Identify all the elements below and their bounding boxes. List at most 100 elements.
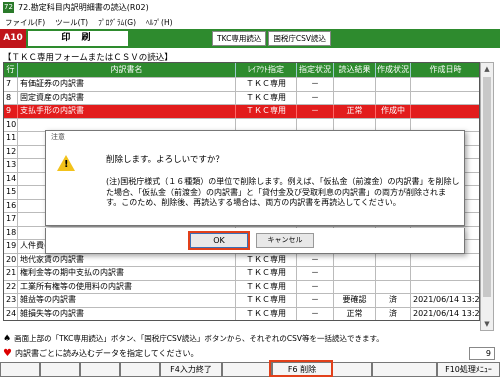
row-spec: －: [297, 78, 334, 91]
col-header-layout: ﾚｲｱｳﾄ指定: [236, 63, 297, 77]
fkey-blank-4[interactable]: [120, 362, 160, 377]
row-date: [411, 280, 481, 293]
row-name: 固定資産の内訳書: [18, 91, 236, 104]
toolbar: A10 印 刷 TKC専用読込 国税庁CSV読込: [0, 29, 500, 48]
dialog-note: (注)国税庁様式（１６種類）の単位で削除します。例えば、「仮払金（前渡金）の内訳…: [106, 177, 460, 207]
function-key-bar: F4入力終了 F6 削除 F10処理ﾒﾆｭｰ: [0, 362, 500, 377]
fkey-blank-6[interactable]: [332, 362, 372, 377]
row-number: 17: [4, 213, 18, 226]
row-name: 有価証券の内訳書: [18, 78, 236, 91]
table-row[interactable]: 22 工業所有権等の使用料の内訳書 ＴＫＣ専用－: [4, 279, 481, 293]
col-header-row: 行: [4, 63, 18, 77]
row-result: 要確認: [334, 294, 376, 307]
menu-help[interactable]: ﾍﾙﾌﾟ(H): [141, 17, 178, 28]
row-status: 済: [376, 307, 411, 320]
table-row[interactable]: 7 有価証券の内訳書 ＴＫＣ専用－: [4, 77, 481, 91]
row-result: 正常: [334, 105, 376, 118]
row-number: 13: [4, 159, 18, 172]
menu-file[interactable]: ファイル(F): [0, 17, 50, 28]
row-layout: ＴＫＣ専用: [236, 105, 297, 118]
tkc-read-button[interactable]: TKC専用読込: [212, 31, 267, 46]
bottom-note-text: 画面上部の「TKC専用読込」ボタン、「国税庁CSV読込」ボタンから、それぞれのC…: [14, 334, 384, 343]
row-layout: ＴＫＣ専用: [236, 253, 297, 266]
scroll-down-icon[interactable]: ▼: [481, 318, 493, 330]
hint-row: ♥ 内訳書ごとに読み込むデータを指定してください。 9: [3, 347, 497, 360]
row-number: 9: [4, 105, 18, 118]
row-date: [411, 105, 481, 118]
app-icon: 72: [3, 2, 14, 13]
row-spec: －: [297, 267, 334, 280]
row-status: 済: [376, 294, 411, 307]
col-header-result: 読込結果: [334, 63, 376, 77]
row-name: 地代家賃の内訳書: [18, 253, 236, 266]
print-button[interactable]: 印 刷: [28, 31, 128, 46]
row-name: 工業所有権等の使用料の内訳書: [18, 280, 236, 293]
row-number: 20: [4, 253, 18, 266]
table-row[interactable]: 8 固定資産の内訳書 ＴＫＣ専用－: [4, 90, 481, 104]
scroll-thumb[interactable]: [483, 77, 491, 297]
row-result: [334, 280, 376, 293]
f10-menu-button[interactable]: F10処理ﾒﾆｭｰ: [437, 362, 500, 377]
col-header-date: 作成日時: [411, 63, 481, 77]
row-spec: －: [297, 91, 334, 104]
table-row[interactable]: 20 地代家賃の内訳書 ＴＫＣ専用－: [4, 252, 481, 266]
row-status: 作成中: [376, 105, 411, 118]
row-number: 7: [4, 78, 18, 91]
table-row[interactable]: 23 雑益等の内訳書 ＴＫＣ専用－要確認済 2021/06/14 13:29: [4, 293, 481, 307]
scroll-up-icon[interactable]: ▲: [481, 63, 493, 75]
cancel-button[interactable]: キャンセル: [256, 233, 314, 248]
dialog-message: 削除します。よろしいですか？: [106, 155, 224, 165]
row-spec: －: [297, 253, 334, 266]
table-row[interactable]: 24 雑損失等の内訳書 ＴＫＣ専用－正常済 2021/06/14 13:29: [4, 306, 481, 320]
grid-scrollbar[interactable]: ▲ ▼: [480, 62, 494, 331]
row-status: [376, 91, 411, 104]
csv-read-button[interactable]: 国税庁CSV読込: [268, 31, 331, 46]
row-status: [376, 267, 411, 280]
fkey-blank-2[interactable]: [40, 362, 80, 377]
bottom-note: ♠ 画面上部の「TKC専用読込」ボタン、「国税庁CSV読込」ボタンから、それぞれ…: [3, 333, 384, 344]
counter-field[interactable]: 9: [469, 347, 495, 360]
window-title: 72.勘定科目内訳明細書の読込(R02): [18, 3, 149, 12]
table-row[interactable]: 21 権利金等の期中支払の内訳書 ＴＫＣ専用－: [4, 266, 481, 280]
row-number: 10: [4, 118, 18, 131]
row-name: 権利金等の期中支払の内訳書: [18, 267, 236, 280]
menu-bar: ファイル(F) ツール(T) ﾌﾟﾛｸﾞﾗﾑ(G) ﾍﾙﾌﾟ(H): [0, 15, 500, 29]
row-layout: ＴＫＣ専用: [236, 267, 297, 280]
row-spec: －: [297, 294, 334, 307]
row-result: [334, 253, 376, 266]
row-status: [376, 78, 411, 91]
row-spec: －: [297, 307, 334, 320]
row-name: 雑損失等の内訳書: [18, 307, 236, 320]
f4-finish-button[interactable]: F4入力終了: [160, 362, 222, 377]
row-layout: ＴＫＣ専用: [236, 91, 297, 104]
row-number: 19: [4, 240, 18, 253]
row-date: [411, 267, 481, 280]
row-name: 雑益等の内訳書: [18, 294, 236, 307]
spade-icon: ♠: [3, 333, 12, 344]
row-date: 2021/06/14 13:29: [411, 294, 481, 307]
fkey-blank-7[interactable]: [372, 362, 437, 377]
row-number: 21: [4, 267, 18, 280]
menu-program[interactable]: ﾌﾟﾛｸﾞﾗﾑ(G): [93, 17, 141, 28]
fkey-blank-5[interactable]: [222, 362, 272, 377]
table-row[interactable]: 10: [4, 117, 481, 131]
col-header-spec: 指定状況: [297, 63, 334, 77]
hint-text: 内訳書ごとに読み込むデータを指定してください。: [14, 349, 199, 358]
col-header-name: 内訳書名: [18, 63, 236, 77]
row-layout: ＴＫＣ専用: [236, 280, 297, 293]
fkey-blank-1[interactable]: [0, 362, 40, 377]
warning-icon-mark: !: [64, 159, 69, 170]
ok-button[interactable]: OK: [188, 231, 250, 250]
menu-tools[interactable]: ツール(T): [50, 17, 93, 28]
table-row[interactable]: 9 支払手形の内訳書 ＴＫＣ専用－正常 作成中: [4, 104, 481, 118]
row-number: 18: [4, 226, 18, 239]
row-number: 8: [4, 91, 18, 104]
dialog-button-area: OK キャンセル: [45, 228, 465, 254]
title-bar: 72 72.勘定科目内訳明細書の読込(R02): [0, 0, 500, 15]
row-spec: －: [297, 105, 334, 118]
row-layout: ＴＫＣ専用: [236, 78, 297, 91]
fkey-blank-3[interactable]: [80, 362, 120, 377]
row-number: 14: [4, 172, 18, 185]
mode-badge: A10: [0, 29, 26, 48]
row-number: 22: [4, 280, 18, 293]
